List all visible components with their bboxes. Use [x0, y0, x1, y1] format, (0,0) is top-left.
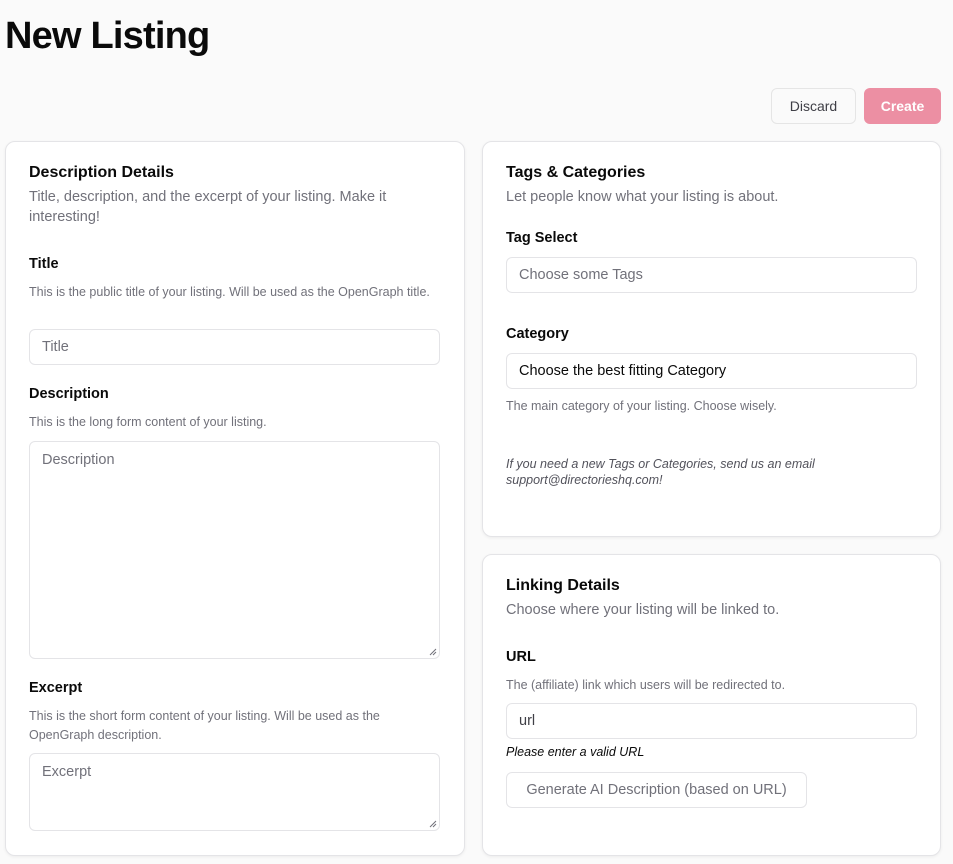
card-title: Tags & Categories	[506, 164, 646, 181]
title-input[interactable]: Title	[29, 329, 440, 365]
description-help: This is the long form content of your li…	[29, 415, 267, 429]
resize-handle-icon[interactable]	[429, 820, 437, 828]
discard-button[interactable]: Discard	[771, 88, 856, 124]
excerpt-help: This is the short form content of your l…	[29, 709, 380, 742]
description-label: Description	[29, 386, 109, 402]
resize-handle-icon[interactable]	[429, 648, 437, 656]
description-placeholder: Description	[42, 452, 115, 468]
url-error: Please enter a valid URL	[506, 745, 645, 759]
excerpt-textarea[interactable]: Excerpt	[29, 753, 440, 831]
generate-ai-description-button[interactable]: Generate AI Description (based on URL)	[506, 772, 807, 808]
description-details-card: Description Details Title, description, …	[5, 141, 465, 856]
category-help: The main category of your listing. Choos…	[506, 399, 777, 413]
url-help: The (affiliate) link which users will be…	[506, 678, 786, 692]
card-title: Description Details	[29, 164, 174, 181]
card-subtitle: Choose where your listing will be linked…	[506, 602, 780, 618]
title-help: This is the public title of your listing…	[29, 285, 430, 299]
url-label: URL	[506, 649, 536, 665]
tags-categories-card: Tags & Categories Let people know what y…	[482, 141, 941, 537]
tag-select-input[interactable]: Choose some Tags	[506, 257, 917, 293]
card-subtitle: Let people know what your listing is abo…	[506, 189, 779, 205]
category-label: Category	[506, 326, 569, 342]
tag-select-label: Tag Select	[506, 230, 578, 246]
card-title: Linking Details	[506, 577, 620, 594]
create-button[interactable]: Create	[864, 88, 941, 124]
category-select[interactable]: Choose the best fitting Category	[506, 353, 917, 389]
linking-details-card: Linking Details Choose where your listin…	[482, 554, 941, 856]
excerpt-label: Excerpt	[29, 680, 83, 696]
title-label: Title	[29, 256, 59, 272]
card-subtitle: Title, description, and the excerpt of y…	[29, 189, 387, 225]
support-note: If you need a new Tags or Categories, se…	[506, 457, 815, 487]
excerpt-placeholder: Excerpt	[42, 764, 92, 780]
page-title: New Listing	[5, 15, 210, 57]
url-input[interactable]: url	[506, 703, 917, 739]
description-textarea[interactable]: Description	[29, 441, 440, 659]
